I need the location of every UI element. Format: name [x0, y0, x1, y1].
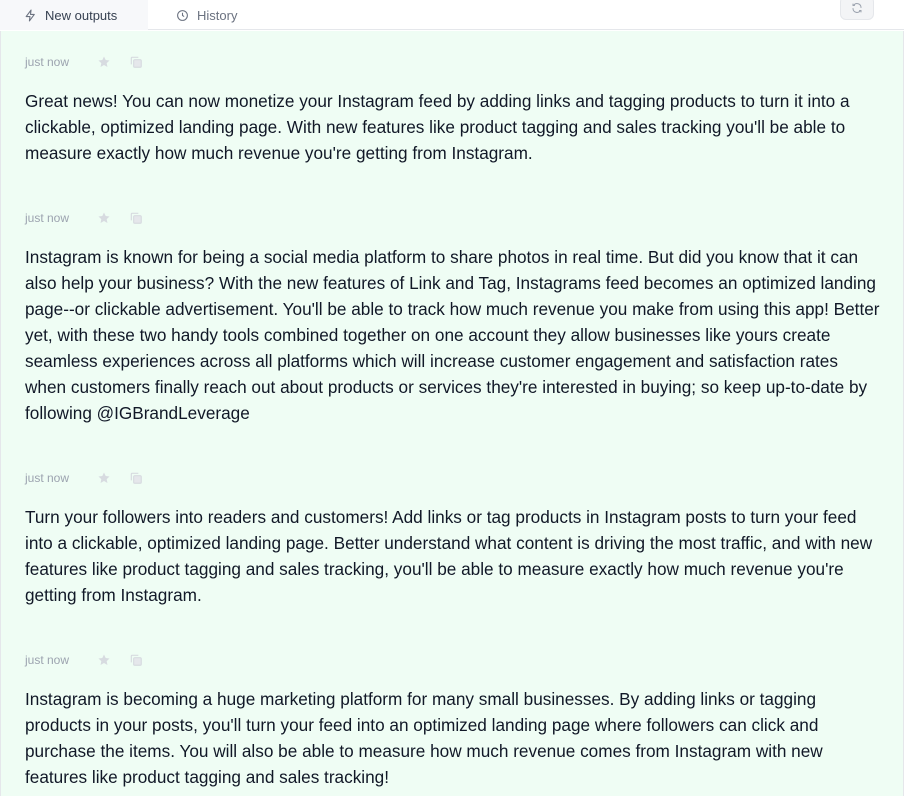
- output-meta: just now: [25, 210, 881, 226]
- tab-history-label: History: [197, 7, 238, 23]
- output-text: Instagram is becoming a huge marketing p…: [25, 689, 823, 787]
- output-timestamp: just now: [25, 211, 70, 225]
- tab-new-outputs-label: New outputs: [45, 7, 118, 23]
- tab-new-outputs[interactable]: New outputs: [0, 0, 148, 30]
- output-timestamp: just now: [25, 55, 70, 69]
- refresh-button[interactable]: [840, 0, 874, 20]
- output-meta: just now: [25, 652, 881, 668]
- output-timestamp: just now: [25, 471, 70, 485]
- output-meta: just now: [25, 54, 881, 70]
- clock-icon: [177, 9, 188, 21]
- copy-icon[interactable]: [129, 653, 143, 667]
- output-item: just now Instagram is becoming a huge ma…: [25, 652, 881, 790]
- star-icon[interactable]: [97, 471, 111, 485]
- star-icon[interactable]: [97, 211, 111, 225]
- tab-history[interactable]: History: [176, 0, 237, 30]
- output-text: Great news! You can now monetize your In…: [25, 91, 850, 163]
- output-text: Instagram is known for being a social me…: [25, 247, 880, 423]
- copy-icon[interactable]: [129, 471, 143, 485]
- outputs-panel: just now Great news! You can now monetiz…: [0, 31, 904, 796]
- copy-icon[interactable]: [129, 211, 143, 225]
- output-item: just now Instagram is known for being a …: [25, 210, 881, 426]
- output-meta: just now: [25, 470, 881, 486]
- refresh-icon: [852, 3, 862, 13]
- star-icon[interactable]: [97, 55, 111, 69]
- output-tabs-bar: New outputs History: [0, 0, 904, 30]
- copy-icon[interactable]: [129, 55, 143, 69]
- lightning-icon: [25, 9, 35, 21]
- output-item: just now Great news! You can now monetiz…: [25, 54, 881, 166]
- output-text: Turn your followers into readers and cus…: [25, 507, 873, 605]
- output-item: just now Turn your followers into reader…: [25, 470, 881, 608]
- output-timestamp: just now: [25, 653, 70, 667]
- star-icon[interactable]: [97, 653, 111, 667]
